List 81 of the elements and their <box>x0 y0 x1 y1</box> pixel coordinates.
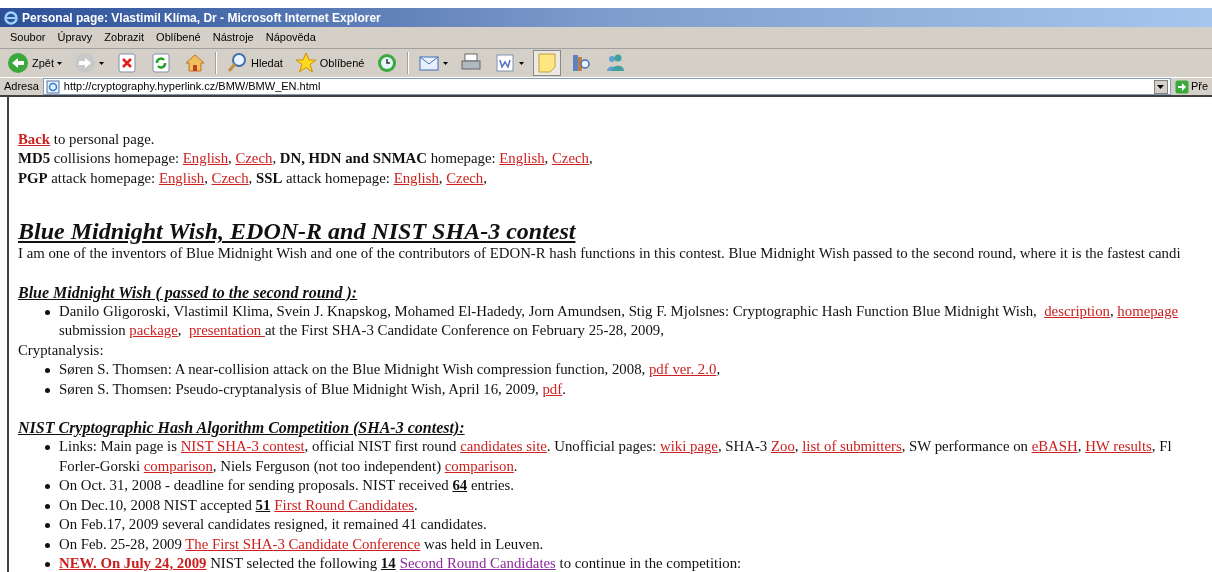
menu-item[interactable]: Nápověda <box>259 29 322 46</box>
star-icon <box>294 52 317 74</box>
paragraph-text: PGP attack homepage: English, Czech, SSL attack homepage: English, Czech, <box>18 168 487 188</box>
bullet-icon <box>45 503 50 509</box>
books-search-icon <box>570 52 593 74</box>
link[interactable]: Czech <box>235 150 273 167</box>
menu-item[interactable]: Oblíbené <box>150 29 207 46</box>
refresh-icon <box>150 52 172 74</box>
link[interactable]: presentation <box>188 322 265 339</box>
link[interactable]: list of submitters <box>802 438 902 455</box>
list-item-text: On Dec.10, 2008 NIST accepted 51 First Round Candidates. <box>59 495 418 515</box>
document-icon <box>494 52 517 74</box>
bullet-icon <box>45 445 50 451</box>
page-icon <box>45 79 60 94</box>
link[interactable]: HW results <box>1085 438 1152 455</box>
link[interactable]: homepage <box>1117 303 1179 320</box>
menu-item[interactable]: Nástroje <box>206 29 260 46</box>
bullet-icon <box>45 542 50 548</box>
window-title: Personal page: Vlastimil Klíma, Dr - Microsoft Internet Explorer <box>22 9 381 27</box>
browser-icon <box>4 10 18 25</box>
link[interactable]: eBASH <box>1031 438 1078 455</box>
caret-icon <box>57 61 62 65</box>
stop-icon <box>116 52 138 74</box>
address-label: Adresa <box>4 79 39 95</box>
link[interactable]: Back <box>18 131 51 147</box>
menu-item[interactable]: Zobrazit <box>98 29 151 46</box>
caret-icon <box>519 61 525 65</box>
list-item-text: Danilo Gligoroski, Vlastimil Klima, Svein J. Knapskog, Mohamed El-Hadedy, Jorn Amundsen, Stig F. Mjolsnes: Cryptographic Hash Function Blue Midnight Wish, description, homepage submission package, presentation at the First SHA-3 Candidate Conference on February 25-28, 2009, <box>59 302 1179 341</box>
list-item-text: NEW. On July 24, 2009 NIST selected the following 14 Second Round Candidates to continue in the competition: <box>59 553 742 572</box>
caret-icon <box>99 61 104 65</box>
link[interactable]: comparison <box>444 457 514 474</box>
bullet-icon <box>45 368 50 374</box>
address-field[interactable]: http://cryptography.hyperlink.cz/BMW/BMW_EN.html <box>42 78 1171 95</box>
list-item-text: On Feb.17, 2009 several candidates resigned, it remained 41 candidates. <box>59 515 487 535</box>
link[interactable]: NIST SHA-3 contest <box>180 438 305 455</box>
favorites-button[interactable]: Oblíbené <box>291 50 368 76</box>
back-button[interactable]: Zpět <box>4 50 65 76</box>
link[interactable]: Zoo <box>770 438 795 455</box>
people-icon <box>604 52 627 74</box>
caret-icon <box>443 61 449 65</box>
link[interactable]: Czech <box>551 150 589 167</box>
link[interactable]: wiki page <box>660 438 718 455</box>
notes-button[interactable] <box>533 50 562 76</box>
link[interactable]: Czech <box>211 169 249 186</box>
menu-item[interactable]: Soubor <box>4 29 52 46</box>
home-icon <box>184 52 206 74</box>
menu-item[interactable]: Úpravy <box>51 29 99 46</box>
list-item-text: Links: Main page is NIST SHA-3 contest, official NIST first round candidates site. Unofficial pages: wiki page, SHA-3 Zoo, list of submitters, SW performance on eBASH, HW results, Fl Forler-Gorski comparison, Niels Ferguson (not too independent) comparison. <box>59 437 1172 476</box>
section-heading: NIST Cryptographic Hash Algorithm Competition (SHA-3 contest): <box>18 418 466 438</box>
link[interactable]: pdf ver. 2.0 <box>648 361 717 378</box>
link[interactable]: The First SHA-3 Candidate Conference <box>185 535 421 552</box>
link[interactable]: candidates site <box>460 438 547 455</box>
go-button[interactable]: Pře <box>1174 78 1212 95</box>
list-item-text: On Feb. 25-28, 2009 The First SHA-3 Candidate Conference was held in Leuven. <box>59 534 544 554</box>
list-item-text: On Oct. 31, 2008 - deadline for sending proposals. NIST received 64 entries. <box>59 476 515 496</box>
section-heading: Blue Midnight Wish ( passed to the second round ): <box>18 282 359 303</box>
page-heading: Blue Midnight Wish, EDON-R and NIST SHA-3 contest <box>18 218 577 245</box>
paragraph-text: MD5 collisions homepage: English, Czech, DN, HDN and SNMAC homepage: English, Czech, <box>18 149 593 169</box>
link[interactable]: description <box>1044 303 1110 320</box>
link[interactable]: package <box>129 322 178 339</box>
search-icon <box>226 52 248 74</box>
paragraph-text: Cryptanalysis: <box>18 340 104 360</box>
link[interactable]: English <box>393 169 439 186</box>
paragraph-text: Back to personal page. <box>18 130 155 149</box>
paragraph-text: I am one of the inventors of Blue Midnight Wish and one of the contributors of EDON-R hash functions in this contest. Blue Midnight Wish passed to the second round, where it is the fastest candi <box>18 244 1181 264</box>
bullet-icon <box>45 523 50 529</box>
caret-icon <box>1157 84 1165 89</box>
link[interactable]: comparison <box>143 457 213 474</box>
search-button[interactable]: Hledat <box>223 50 286 76</box>
note-icon <box>536 52 559 74</box>
dropdown-button[interactable] <box>1153 79 1168 94</box>
list-item-text: Søren S. Thomsen: A near-collision attack on the Blue Midnight Wish compression function, 2008, pdf ver. 2.0, <box>59 360 721 380</box>
link[interactable]: Second Round Candidates <box>399 554 556 571</box>
arrow-icon <box>1174 79 1189 94</box>
list-item-text: Søren S. Thomsen: Pseudo-cryptanalysis of Blue Midnight Wish, April 16, 2009, pdf. <box>59 379 566 399</box>
bullet-icon <box>45 387 50 393</box>
bullet-icon <box>45 561 50 567</box>
clock-icon <box>376 52 399 74</box>
link[interactable]: English <box>499 150 545 167</box>
bullet-icon <box>45 310 50 316</box>
bullet-icon <box>45 484 50 490</box>
